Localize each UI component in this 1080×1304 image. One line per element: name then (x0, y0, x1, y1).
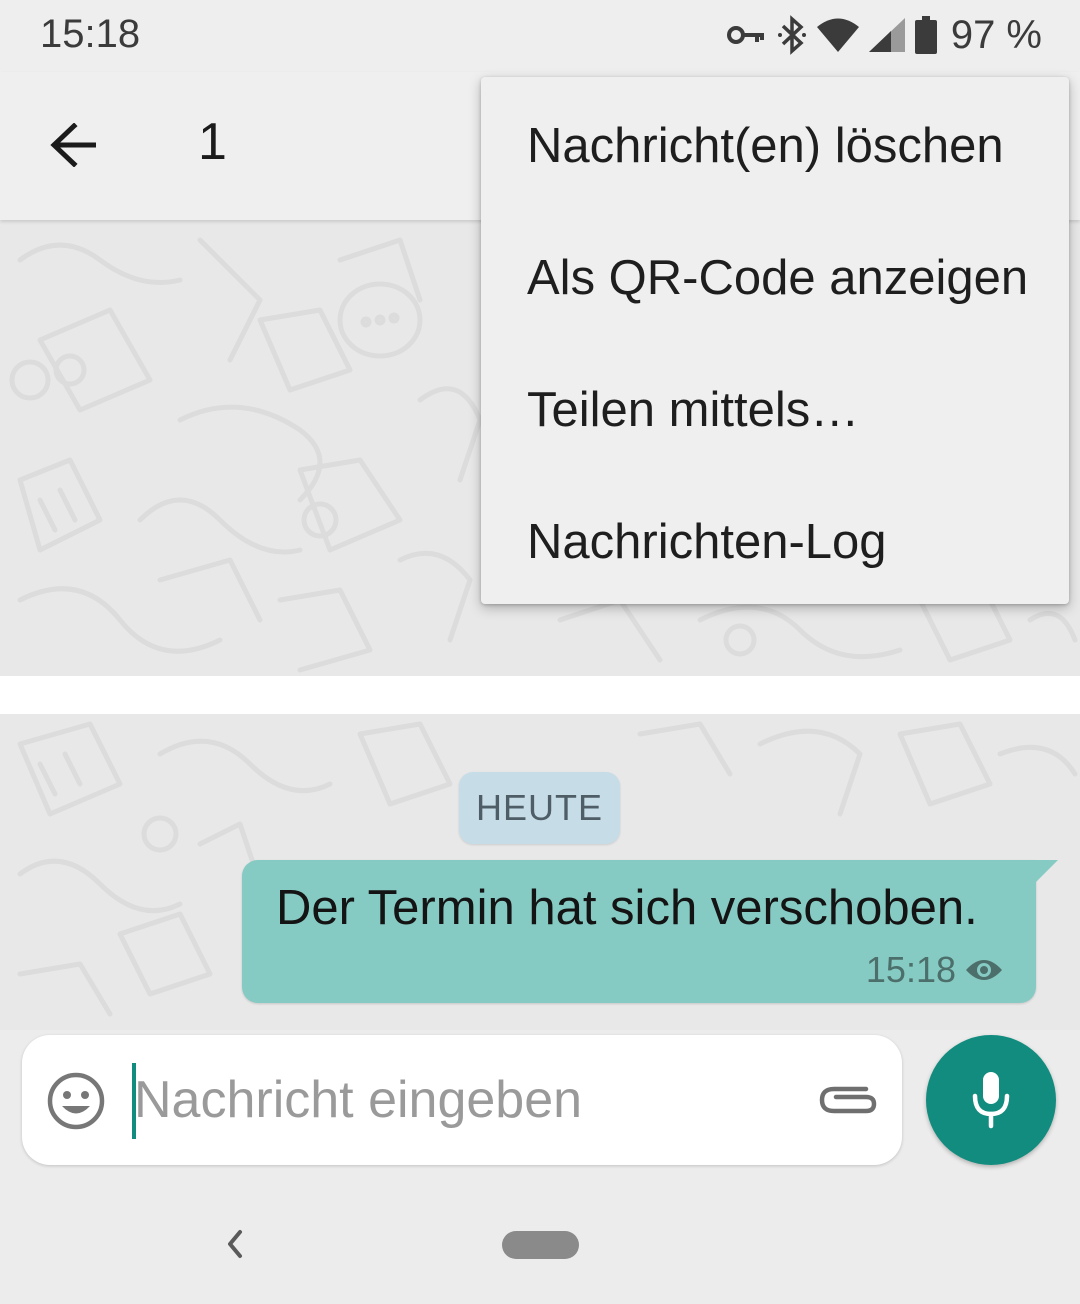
message-bubble-outgoing[interactable]: Der Termin hat sich verschoben. 15:18 (242, 860, 1058, 1003)
selection-count: 1 (198, 113, 227, 171)
emoji-icon[interactable] (46, 1071, 106, 1131)
cell-signal-icon (868, 18, 905, 52)
message-time: 15:18 (865, 949, 956, 990)
wifi-icon (816, 18, 859, 52)
battery-icon (914, 16, 937, 54)
vpn-key-icon (726, 22, 767, 48)
arrow-back-icon (50, 123, 96, 167)
system-nav-bar (0, 1180, 1080, 1304)
nav-back-icon[interactable] (218, 1226, 254, 1262)
menu-item-share-via[interactable]: Teilen mittels… (481, 344, 1069, 476)
battery-percent: 97 % (950, 12, 1042, 57)
mic-button[interactable] (926, 1035, 1056, 1165)
message-composer (22, 1035, 902, 1165)
date-divider: HEUTE (459, 772, 620, 844)
message-meta: 15:18 (866, 949, 1004, 991)
menu-item-message-log[interactable]: Nachrichten-Log (481, 476, 1069, 608)
paperclip-icon[interactable] (816, 1075, 880, 1125)
message-input[interactable] (134, 1057, 794, 1143)
status-icons: 97 % (726, 10, 1042, 60)
nav-home-pill[interactable] (502, 1231, 579, 1259)
status-bar: 15:18 97 % (0, 0, 1080, 72)
menu-item-show-qr-code[interactable]: Als QR-Code anzeigen (481, 212, 1069, 344)
message-text: Der Termin hat sich verschoben. (276, 881, 978, 935)
back-button[interactable] (40, 110, 110, 180)
status-time: 15:18 (40, 12, 141, 56)
bluetooth-icon (777, 15, 807, 55)
chat-gap (0, 676, 1080, 714)
microphone-icon (972, 1072, 1010, 1129)
overflow-menu: Nachricht(en) löschen Als QR-Code anzeig… (481, 77, 1069, 604)
bubble-tail (1034, 860, 1058, 884)
menu-item-delete-messages[interactable]: Nachricht(en) löschen (481, 80, 1069, 212)
eye-icon (966, 960, 1002, 980)
